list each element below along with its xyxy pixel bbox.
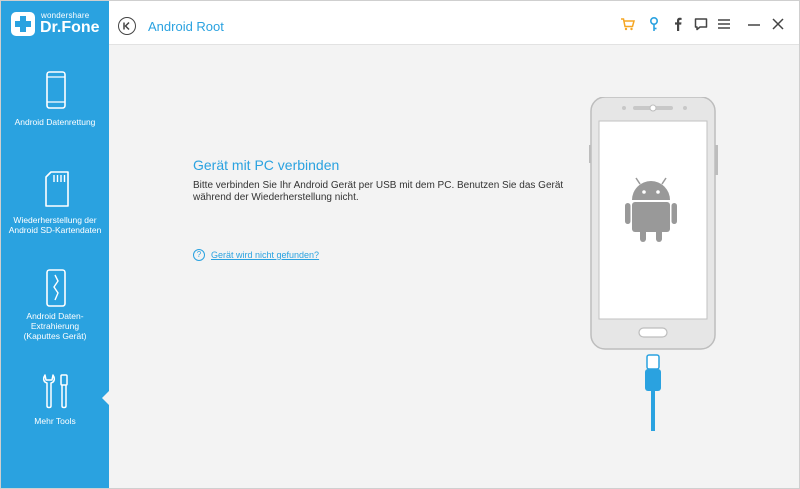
sd-card-icon	[45, 171, 69, 207]
title-bar: wondershare Dr.Fone Android Root	[1, 1, 799, 45]
logo: wondershare Dr.Fone	[1, 1, 109, 45]
question-icon: ?	[193, 249, 205, 261]
connect-heading: Gerät mit PC verbinden	[193, 157, 340, 173]
minimize-icon[interactable]	[746, 16, 762, 32]
tools-icon	[42, 374, 68, 409]
sidebar-item-label: Mehr Tools	[34, 416, 76, 426]
connect-instructions: Bitte verbinden Sie Ihr Android Gerät pe…	[193, 180, 564, 203]
help-link-text[interactable]: Gerät wird nicht gefunden?	[211, 250, 319, 260]
sidebar-item-label: Wiederherstellung der Android SD-Kartend…	[8, 215, 102, 235]
logo-product: Dr.Fone	[40, 19, 100, 36]
main-content: Gerät mit PC verbinden Bitte verbinden S…	[109, 45, 799, 488]
feedback-icon[interactable]	[693, 16, 709, 32]
sidebar-item-mehr-tools[interactable]: Mehr Tools	[1, 363, 109, 463]
close-icon[interactable]	[770, 16, 786, 32]
broken-phone-icon	[46, 269, 66, 307]
android-phone-icon	[589, 96, 718, 431]
sidebar: Android Datenrettung Wiederherstellung d…	[1, 45, 110, 488]
page-title: Android Root	[148, 19, 224, 34]
phone-icon	[46, 71, 66, 109]
sidebar-item-sd-karte[interactable]: Wiederherstellung der Android SD-Kartend…	[1, 153, 109, 253]
sidebar-item-datenrettung[interactable]: Android Datenrettung	[1, 45, 109, 145]
sidebar-item-label: Android Datenrettung	[14, 117, 96, 127]
cart-icon[interactable]	[620, 16, 636, 32]
phone-illustration	[589, 96, 719, 442]
sidebar-item-label: Android Daten-Extrahierung (Kaputtes Ger…	[23, 311, 87, 341]
sidebar-item-daten-extrahierung[interactable]: Android Daten-Extrahierung (Kaputtes Ger…	[1, 259, 109, 359]
back-button[interactable]	[118, 17, 136, 35]
facebook-icon[interactable]	[670, 16, 686, 32]
logo-cross-icon	[11, 12, 35, 36]
key-icon[interactable]	[646, 16, 662, 32]
app-window: wondershare Dr.Fone Android Root Android…	[0, 0, 800, 489]
menu-icon[interactable]	[716, 16, 732, 32]
back-icon	[123, 21, 130, 31]
